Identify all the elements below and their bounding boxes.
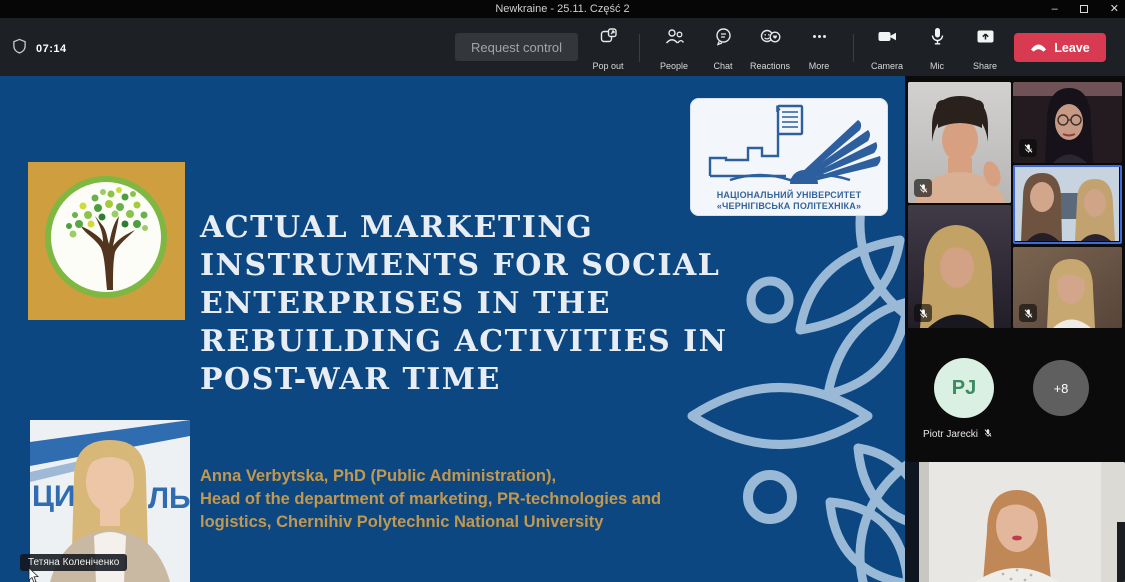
share-label: Share: [973, 61, 997, 71]
shared-screen[interactable]: НАЦІОНАЛЬНИЙ УНІВЕРСИТЕТ «ЧЕРНІГІВСЬКА П…: [0, 76, 905, 582]
share-button[interactable]: Share: [959, 27, 1011, 71]
audio-participants-row: PJ +8 Piotr Jarecki: [905, 330, 1125, 460]
popout-icon: [599, 27, 618, 51]
maximize-icon[interactable]: [1080, 5, 1088, 13]
window-controls: – ✕: [1052, 0, 1119, 18]
avatar[interactable]: PJ: [934, 358, 994, 418]
mic-label: Mic: [930, 61, 944, 71]
close-icon[interactable]: ✕: [1110, 0, 1119, 18]
people-icon: [664, 27, 685, 51]
leave-button[interactable]: Leave: [1014, 33, 1106, 62]
university-logo: НАЦІОНАЛЬНИЙ УНІВЕРСИТЕТ «ЧЕРНІГІВСЬКА П…: [690, 98, 888, 216]
svg-text:ЛЬ: ЛЬ: [148, 482, 190, 515]
university-logo-graphic: [690, 98, 888, 188]
mic-button[interactable]: Mic: [911, 27, 963, 71]
muted-mic-icon: [1019, 304, 1037, 322]
meeting-toolbar: 07:14 Request control Pop out People Cha…: [0, 18, 1125, 76]
reactions-icon: [759, 27, 782, 51]
window-title: Newkraine - 25.11. Część 2: [495, 3, 629, 15]
slide-title-line: POST-WAR TIME: [200, 361, 728, 399]
slide-title-line: REBUILDING ACTIVITIES IN: [200, 323, 728, 361]
reactions-button[interactable]: Reactions: [744, 27, 796, 71]
participant-video[interactable]: [905, 462, 1125, 582]
participant-name: Piotr Jarecki: [923, 429, 978, 440]
people-button[interactable]: People: [648, 27, 700, 71]
slide-title: ACTUAL MARKETING INSTRUMENTS FOR SOCIAL …: [200, 209, 728, 399]
avatar-initials: PJ: [952, 377, 976, 400]
more-label: More: [809, 61, 830, 71]
request-control-button[interactable]: Request control: [455, 33, 578, 61]
svg-text:ЦИ: ЦИ: [32, 480, 75, 513]
leave-label: Leave: [1054, 41, 1089, 55]
meeting-timer-group: 07:14: [12, 38, 67, 59]
minimize-icon[interactable]: –: [1052, 0, 1058, 18]
participant-video[interactable]: [1013, 82, 1122, 163]
more-button[interactable]: More: [793, 27, 845, 71]
teams-window: Newkraine - 25.11. Część 2 – ✕ 07:14 Req…: [0, 0, 1125, 582]
shield-icon: [12, 38, 27, 59]
more-icon: [810, 27, 829, 51]
popout-button[interactable]: Pop out: [582, 27, 634, 71]
mouse-cursor-icon: [28, 568, 40, 582]
chat-icon: [714, 27, 733, 51]
speaker-line: Head of the department of marketing, PR-…: [200, 488, 661, 511]
muted-mic-icon: [914, 304, 932, 322]
muted-mic-icon: [914, 179, 932, 197]
tree-icon: [55, 184, 159, 292]
toolbar-divider: [853, 34, 854, 62]
chat-button[interactable]: Chat: [697, 27, 749, 71]
tree-logo: [28, 162, 185, 320]
overflow-count: +8: [1054, 381, 1069, 396]
speaker-line: Anna Verbytska, PhD (Public Administrati…: [200, 465, 661, 488]
speaker-info: Anna Verbytska, PhD (Public Administrati…: [200, 465, 661, 534]
reactions-label: Reactions: [750, 61, 790, 71]
muted-mic-icon: [983, 428, 993, 441]
mic-icon: [930, 27, 945, 51]
toolbar-divider: [639, 34, 640, 62]
camera-button[interactable]: Camera: [861, 27, 913, 71]
speaker-line: logistics, Chernihiv Polytechnic Nationa…: [200, 511, 661, 534]
participant-video-active[interactable]: [1013, 165, 1122, 244]
share-icon: [976, 27, 995, 51]
slide-title-line: ENTERPRISES IN THE: [200, 285, 728, 323]
slide-title-line: ACTUAL MARKETING: [200, 209, 728, 247]
overflow-participants-badge[interactable]: +8: [1033, 360, 1089, 416]
camera-label: Camera: [871, 61, 903, 71]
title-bar: Newkraine - 25.11. Część 2 – ✕: [0, 0, 1125, 18]
popout-label: Pop out: [592, 61, 623, 71]
muted-mic-icon: [1019, 139, 1037, 157]
participant-name-label: Piotr Jarecki: [923, 428, 1033, 441]
participant-video[interactable]: [1013, 247, 1122, 328]
leave-phone-icon: [1030, 41, 1047, 55]
participant-video[interactable]: [908, 205, 1011, 328]
university-name-line1: НАЦІОНАЛЬНИЙ УНІВЕРСИТЕТ: [690, 190, 888, 200]
slide-title-line: INSTRUMENTS FOR SOCIAL: [200, 247, 728, 285]
participant-video[interactable]: [908, 82, 1011, 203]
people-label: People: [660, 61, 688, 71]
camera-icon: [877, 27, 898, 51]
chat-label: Chat: [713, 61, 732, 71]
participants-panel: PJ +8 Piotr Jarecki: [905, 76, 1125, 582]
meeting-timer: 07:14: [36, 43, 67, 55]
